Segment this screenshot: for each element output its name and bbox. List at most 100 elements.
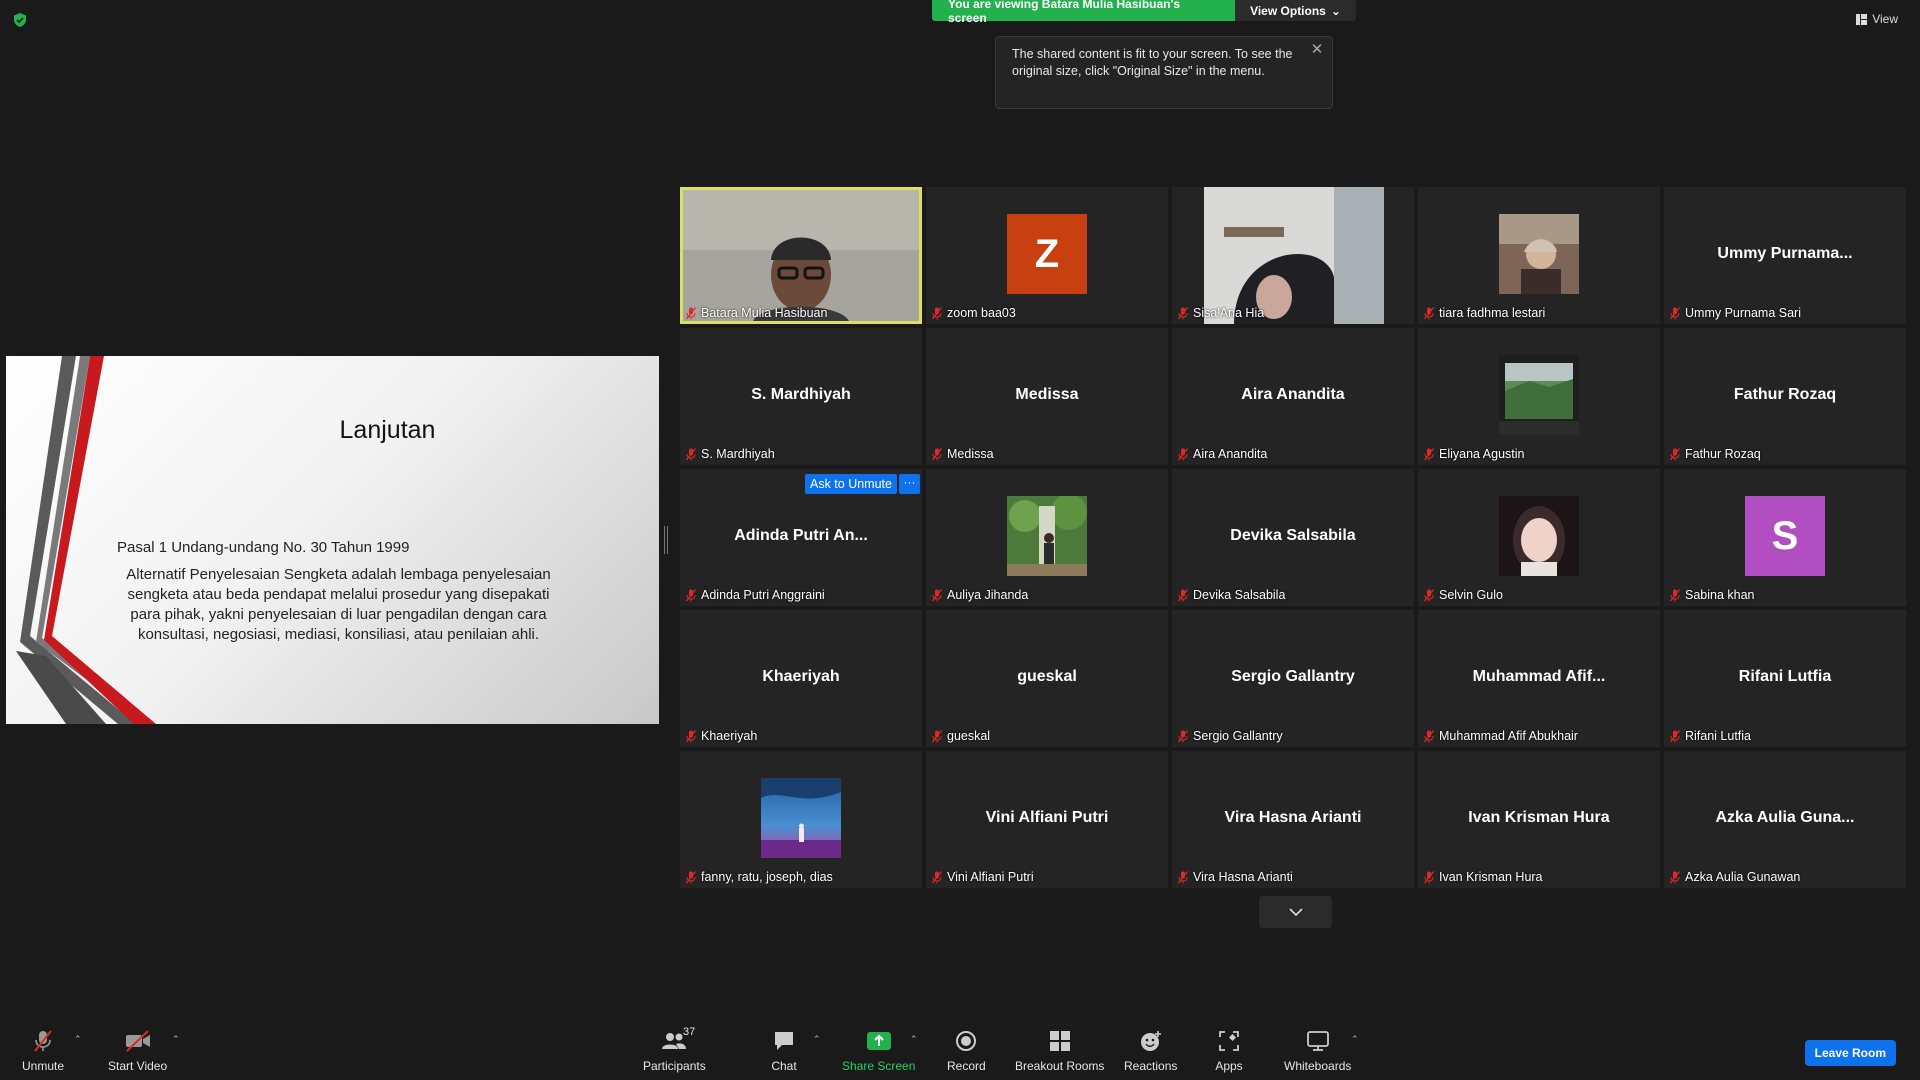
- security-shield-icon[interactable]: [12, 12, 28, 28]
- whiteboard-icon: [1304, 1028, 1332, 1054]
- participant-display-name: S. Mardhiyah: [751, 386, 851, 403]
- next-page-button[interactable]: [1259, 896, 1332, 928]
- participant-tile[interactable]: tiara fadhma lestari: [1418, 187, 1660, 324]
- participant-tile[interactable]: Vira Hasna Arianti Vira Hasna Arianti: [1172, 751, 1414, 888]
- muted-mic-icon: [686, 447, 696, 460]
- participant-tile[interactable]: Azka Aulia Guna... Azka Aulia Gunawan: [1664, 751, 1906, 888]
- muted-mic-icon: [1424, 447, 1434, 460]
- chevron-down-icon: ⌄: [1330, 3, 1341, 18]
- participant-name: Muhammad Afif Abukhair: [1439, 729, 1578, 743]
- reactions-icon: [1137, 1028, 1165, 1054]
- share-screen-button[interactable]: Share Screen: [842, 1028, 915, 1073]
- participant-tile[interactable]: fanny, ratu, joseph, dias: [680, 751, 922, 888]
- participant-name: Auliya Jihanda: [947, 588, 1029, 602]
- participant-tile[interactable]: Khaeriyah Khaeriyah: [680, 610, 922, 747]
- view-options-button[interactable]: View Options ⌄: [1235, 0, 1356, 21]
- video-off-icon: [124, 1028, 152, 1054]
- participant-name-tag: Auliya Jihanda: [932, 588, 1028, 602]
- muted-mic-icon: [932, 447, 942, 460]
- participant-name: Azka Aulia Gunawan: [1685, 870, 1801, 884]
- share-options-caret-icon[interactable]: ⌃: [910, 1034, 918, 1044]
- participant-tile[interactable]: Selvin Gulo: [1418, 469, 1660, 606]
- participant-display-name: Azka Aulia Guna...: [1715, 809, 1855, 826]
- participant-tile[interactable]: Rifani Lutfia Rifani Lutfia: [1664, 610, 1906, 747]
- participants-label: Participants: [643, 1059, 706, 1073]
- participant-name: Selvin Gulo: [1439, 588, 1503, 602]
- participant-display-name: Rifani Lutfia: [1738, 668, 1832, 685]
- participant-display-name: Sergio Gallantry: [1231, 668, 1355, 685]
- participant-tile[interactable]: Sisa'Ana Hia: [1172, 187, 1414, 324]
- splitter-handle[interactable]: [664, 526, 668, 554]
- participant-tile[interactable]: Zzoom baa03: [926, 187, 1168, 324]
- participant-name-tag: Selvin Gulo: [1424, 588, 1503, 602]
- participant-tile[interactable]: S. Mardhiyah S. Mardhiyah: [680, 328, 922, 465]
- muted-mic-icon: [932, 870, 942, 883]
- participant-name-tag: Ummy Purnama Sari: [1670, 306, 1801, 320]
- participant-name-tag: Fathur Rozaq: [1670, 447, 1761, 461]
- video-options-caret-icon[interactable]: ⌃: [172, 1034, 180, 1044]
- participant-tile[interactable]: Muhammad Afif... Muhammad Afif Abukhair: [1418, 610, 1660, 747]
- muted-mic-icon: [1670, 447, 1680, 460]
- participant-name: gueskal: [947, 729, 991, 743]
- apps-button[interactable]: Apps: [1215, 1028, 1243, 1073]
- avatar: [1499, 496, 1579, 576]
- slide-title: Lanjutan: [339, 416, 436, 444]
- participant-name: Ummy Purnama Sari: [1685, 306, 1801, 320]
- muted-mic-icon: [932, 306, 942, 319]
- participant-name-tag: Vini Alfiani Putri: [932, 870, 1034, 884]
- shared-screen-content: Lanjutan Pasal 1 Undang-undang No. 30 Ta…: [6, 356, 659, 724]
- participant-name: Khaeriyah: [701, 729, 758, 743]
- apps-label: Apps: [1215, 1059, 1243, 1073]
- close-icon[interactable]: ✕: [1310, 42, 1324, 57]
- participant-tile[interactable]: Devika Salsabila Devika Salsabila: [1172, 469, 1414, 606]
- whiteboards-options-caret-icon[interactable]: ⌃: [1351, 1034, 1359, 1044]
- participant-name-tag: Aira Anandita: [1178, 447, 1267, 461]
- participant-video: [1204, 187, 1384, 324]
- whiteboards-button[interactable]: Whiteboards: [1284, 1028, 1351, 1073]
- participant-tile[interactable]: Aira Anandita Aira Anandita: [1172, 328, 1414, 465]
- participant-tile[interactable]: Batara Mulia Hasibuan: [680, 187, 922, 324]
- leave-room-button[interactable]: Leave Room: [1804, 1040, 1896, 1066]
- unmute-button[interactable]: Unmute: [22, 1028, 64, 1073]
- participant-name: Sisa'Ana Hia: [1193, 306, 1265, 320]
- participant-name: Eliyana Agustin: [1439, 447, 1525, 461]
- share-screen-icon: [865, 1028, 893, 1054]
- participant-display-name: Fathur Rozaq: [1733, 386, 1837, 403]
- apps-icon: [1215, 1028, 1243, 1054]
- participant-name: Ivan Krisman Hura: [1439, 870, 1543, 884]
- participant-tile[interactable]: Fathur Rozaq Fathur Rozaq: [1664, 328, 1906, 465]
- participant-display-name: Khaeriyah: [762, 668, 840, 685]
- chat-label: Chat: [771, 1059, 797, 1073]
- avatar: [1499, 214, 1579, 294]
- participant-display-name: Aira Anandita: [1241, 386, 1345, 403]
- participant-tile[interactable]: gueskal gueskal: [926, 610, 1168, 747]
- ask-to-unmute-button[interactable]: Ask to Unmute: [805, 474, 897, 494]
- participants-button[interactable]: 37 Participants: [643, 1026, 706, 1073]
- chat-button[interactable]: Chat: [770, 1028, 798, 1073]
- participant-display-name: Ivan Krisman Hura: [1468, 809, 1610, 826]
- reactions-button[interactable]: Reactions: [1124, 1028, 1177, 1073]
- participant-tile[interactable]: Sergio Gallantry Sergio Gallantry: [1172, 610, 1414, 747]
- participant-name-tag: tiara fadhma lestari: [1424, 306, 1545, 320]
- start-video-button[interactable]: Start Video: [108, 1028, 167, 1073]
- participant-tile[interactable]: Ivan Krisman Hura Ivan Krisman Hura: [1418, 751, 1660, 888]
- participant-name-tag: gueskal: [932, 729, 990, 743]
- participant-tile[interactable]: Auliya Jihanda: [926, 469, 1168, 606]
- breakout-rooms-button[interactable]: Breakout Rooms: [1015, 1028, 1104, 1073]
- record-button[interactable]: Record: [947, 1028, 986, 1073]
- chat-options-caret-icon[interactable]: ⌃: [813, 1034, 821, 1044]
- view-button[interactable]: View: [1856, 12, 1898, 26]
- participant-name-tag: Muhammad Afif Abukhair: [1424, 729, 1578, 743]
- participant-tile[interactable]: Adinda Putri An... Ask to Unmute ··· Adinda…: [680, 469, 922, 606]
- viewing-screen-label: You are viewing Batara Mulia Hasibuan's …: [932, 0, 1235, 25]
- participant-tile[interactable]: Vini Alfiani Putri Vini Alfiani Putri: [926, 751, 1168, 888]
- share-screen-label: Share Screen: [842, 1059, 916, 1073]
- participant-tile[interactable]: Medissa Medissa: [926, 328, 1168, 465]
- participant-tile[interactable]: Eliyana Agustin: [1418, 328, 1660, 465]
- participant-tile[interactable]: Ummy Purnama... Ummy Purnama Sari: [1664, 187, 1906, 324]
- audio-options-caret-icon[interactable]: ⌃: [74, 1034, 82, 1044]
- more-options-button[interactable]: ···: [899, 474, 920, 494]
- participant-tile[interactable]: S Sabina khan: [1664, 469, 1906, 606]
- participant-name: Batara Mulia Hasibuan: [701, 306, 828, 320]
- participant-name: Sergio Gallantry: [1193, 729, 1283, 743]
